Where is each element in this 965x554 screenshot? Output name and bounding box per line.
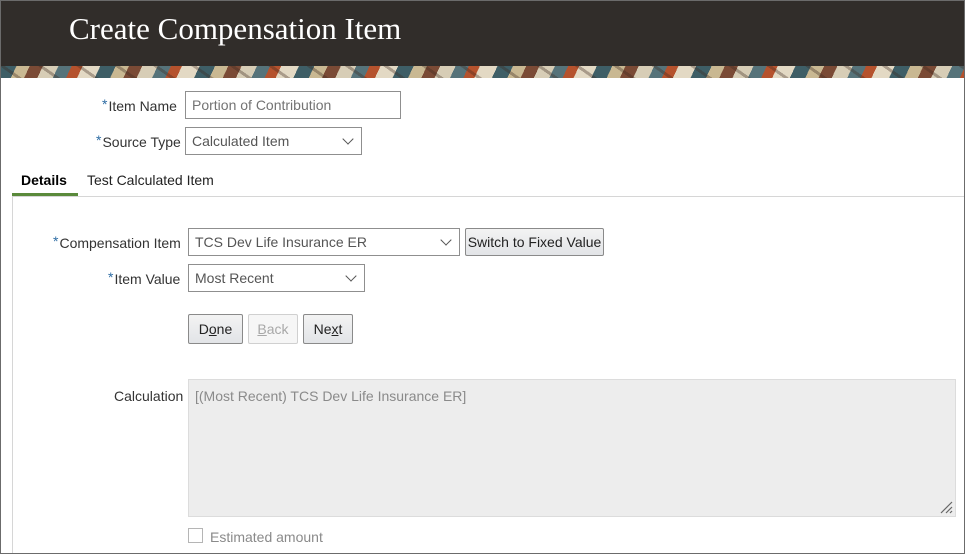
resize-handle-icon[interactable] xyxy=(939,500,953,514)
panel-border xyxy=(12,197,13,553)
page-title: Create Compensation Item xyxy=(69,11,402,46)
estimated-amount-label: Estimated amount xyxy=(210,529,323,545)
back-button[interactable]: Back xyxy=(248,314,298,344)
required-marker: * xyxy=(108,269,114,285)
required-marker: * xyxy=(53,233,59,249)
item-value-label: *Item Value xyxy=(108,269,181,287)
required-marker: * xyxy=(96,132,102,148)
tab-bar: Details Test Calculated Item xyxy=(12,166,964,197)
decorative-banner xyxy=(1,66,964,78)
window-frame: Create Compensation Item *Item Name Port… xyxy=(0,0,965,554)
chevron-down-icon xyxy=(345,270,357,282)
page-header: Create Compensation Item xyxy=(1,1,964,66)
tab-details[interactable]: Details xyxy=(21,172,67,188)
next-button[interactable]: Next xyxy=(303,314,353,344)
compensation-item-select[interactable]: TCS Dev Life Insurance ER xyxy=(188,228,460,256)
estimated-amount-checkbox[interactable] xyxy=(188,528,203,543)
compensation-item-label: *Compensation Item xyxy=(53,233,181,251)
calculation-label: Calculation xyxy=(114,388,184,404)
chevron-down-icon xyxy=(440,234,452,246)
tab-test-calculated-item[interactable]: Test Calculated Item xyxy=(87,172,214,188)
done-button[interactable]: Done xyxy=(188,314,243,344)
item-value-select[interactable]: Most Recent xyxy=(188,264,365,292)
source-type-label: *Source Type xyxy=(96,132,181,150)
item-name-label: *Item Name xyxy=(102,96,177,114)
switch-to-fixed-value-button[interactable]: Switch to Fixed Value xyxy=(465,228,604,256)
calculation-textarea[interactable]: [(Most Recent) TCS Dev Life Insurance ER… xyxy=(188,379,956,517)
required-marker: * xyxy=(102,96,108,112)
source-type-select[interactable]: Calculated Item xyxy=(185,127,362,155)
chevron-down-icon xyxy=(342,133,354,145)
active-tab-indicator xyxy=(12,193,78,196)
item-name-input[interactable]: Portion of Contribution xyxy=(185,91,401,119)
